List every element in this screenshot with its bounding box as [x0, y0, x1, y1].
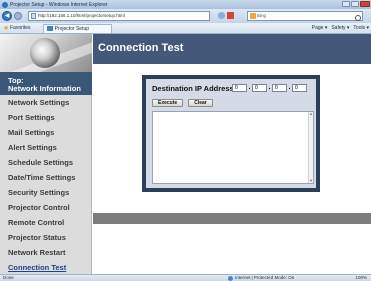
- url-field[interactable]: http://192.168.1.10/html/projectorsetup.…: [28, 11, 210, 21]
- forward-button[interactable]: [14, 12, 22, 20]
- page-icon: [31, 13, 36, 19]
- page-header: Connection Test: [93, 34, 371, 64]
- zoom-level[interactable]: 100%: [355, 275, 367, 281]
- sidebar-item-remote-control[interactable]: Remote Control: [0, 215, 92, 230]
- sidebar-item-projector-status[interactable]: Projector Status: [0, 230, 92, 245]
- scroll-up-icon[interactable]: ▲: [309, 112, 313, 116]
- security-zone: Internet | Protected Mode: On: [228, 275, 294, 281]
- title-bar: Projector Setup - Windows Internet Explo…: [0, 0, 371, 9]
- bing-icon: [250, 13, 256, 19]
- search-input[interactable]: Bing: [247, 11, 363, 21]
- refresh-icon[interactable]: [218, 12, 225, 19]
- page-footer-bar: [93, 213, 371, 224]
- ip-octet-1-input[interactable]: 0: [232, 84, 247, 92]
- status-text: Done: [3, 275, 14, 280]
- window-controls: [342, 1, 370, 7]
- window-title: Projector Setup - Windows Internet Explo…: [10, 1, 108, 8]
- logo-image: [0, 34, 92, 72]
- tab-label: Projector Setup: [54, 25, 90, 32]
- star-icon: ★: [3, 24, 10, 32]
- command-bar: Page ▾ Safety ▾ Tools ▾: [312, 25, 369, 31]
- page-menu[interactable]: Page ▾: [312, 25, 328, 31]
- sidebar-item-network-settings[interactable]: Network Settings: [0, 95, 92, 110]
- zone-text: Internet | Protected Mode: On: [235, 275, 295, 280]
- back-button[interactable]: ◀: [2, 11, 12, 21]
- result-textarea[interactable]: ▲ ▼: [152, 111, 314, 184]
- clear-button[interactable]: Clear: [188, 99, 213, 107]
- ip-octet-3-input[interactable]: 0: [272, 84, 287, 92]
- globe-icon: [228, 275, 233, 281]
- tab-page-icon: [46, 26, 53, 31]
- lens-icon: [30, 38, 60, 68]
- ip-address-fields: 0 . 0 . 0 . 0: [232, 84, 307, 92]
- sidebar-item-port-settings[interactable]: Port Settings: [0, 110, 92, 125]
- sidebar-item-schedule-settings[interactable]: Schedule Settings: [0, 155, 92, 170]
- execute-button[interactable]: Execute: [152, 99, 184, 107]
- search-placeholder: Bing: [257, 13, 267, 18]
- search-icon[interactable]: [355, 15, 361, 21]
- connection-test-form: Destination IP Address 0 . 0 . 0 . 0 Exe…: [145, 78, 317, 189]
- ip-octet-4-input[interactable]: 0: [292, 84, 307, 92]
- sidebar-item-mail-settings[interactable]: Mail Settings: [0, 125, 92, 140]
- ie-logo-icon: [2, 1, 8, 8]
- ip-address-label: Destination IP Address: [152, 84, 234, 93]
- sidebar-item-network-restart[interactable]: Network Restart: [0, 245, 92, 260]
- sidebar-item-alert-settings[interactable]: Alert Settings: [0, 140, 92, 155]
- url-tools: [218, 12, 234, 19]
- page-content: Top: Network Information Network Setting…: [0, 34, 371, 274]
- close-button[interactable]: [360, 1, 370, 7]
- sidebar-item-top[interactable]: Top: Network Information: [0, 72, 92, 95]
- tab-projector-setup[interactable]: Projector Setup: [42, 23, 113, 33]
- sidebar-top-line2: Network Information: [8, 84, 81, 93]
- page-title: Connection Test: [98, 42, 184, 54]
- minimize-button[interactable]: [342, 1, 350, 7]
- maximize-button[interactable]: [351, 1, 359, 7]
- safety-menu[interactable]: Safety ▾: [331, 25, 349, 31]
- sidebar-item-date-time-settings[interactable]: Date/Time Settings: [0, 170, 92, 185]
- url-text: http://192.168.1.10/html/projectorsetup.…: [38, 13, 125, 18]
- favorites-label: Favorites: [10, 25, 31, 31]
- favorites-bar: ★ Favorites Projector Setup Page ▾ Safet…: [0, 23, 371, 34]
- result-scrollbar[interactable]: ▲ ▼: [308, 112, 313, 183]
- ip-octet-2-input[interactable]: 0: [252, 84, 267, 92]
- sidebar-menu: Network Settings Port Settings Mail Sett…: [0, 95, 92, 275]
- tools-menu[interactable]: Tools ▾: [353, 25, 369, 31]
- stop-icon[interactable]: [227, 12, 234, 19]
- action-buttons: Execute Clear: [152, 99, 213, 107]
- connection-test-panel: Destination IP Address 0 . 0 . 0 . 0 Exe…: [142, 75, 320, 192]
- sidebar: Top: Network Information Network Setting…: [0, 34, 92, 274]
- sidebar-item-security-settings[interactable]: Security Settings: [0, 185, 92, 200]
- address-bar: ◀ http://192.168.1.10/html/projectorsetu…: [0, 9, 371, 23]
- sidebar-item-connection-test[interactable]: Connection Test: [0, 260, 92, 275]
- favorites-button[interactable]: ★ Favorites: [3, 25, 31, 32]
- scroll-down-icon[interactable]: ▼: [309, 179, 313, 183]
- sidebar-item-projector-control[interactable]: Projector Control: [0, 200, 92, 215]
- status-bar: Done Internet | Protected Mode: On 100%: [0, 274, 371, 281]
